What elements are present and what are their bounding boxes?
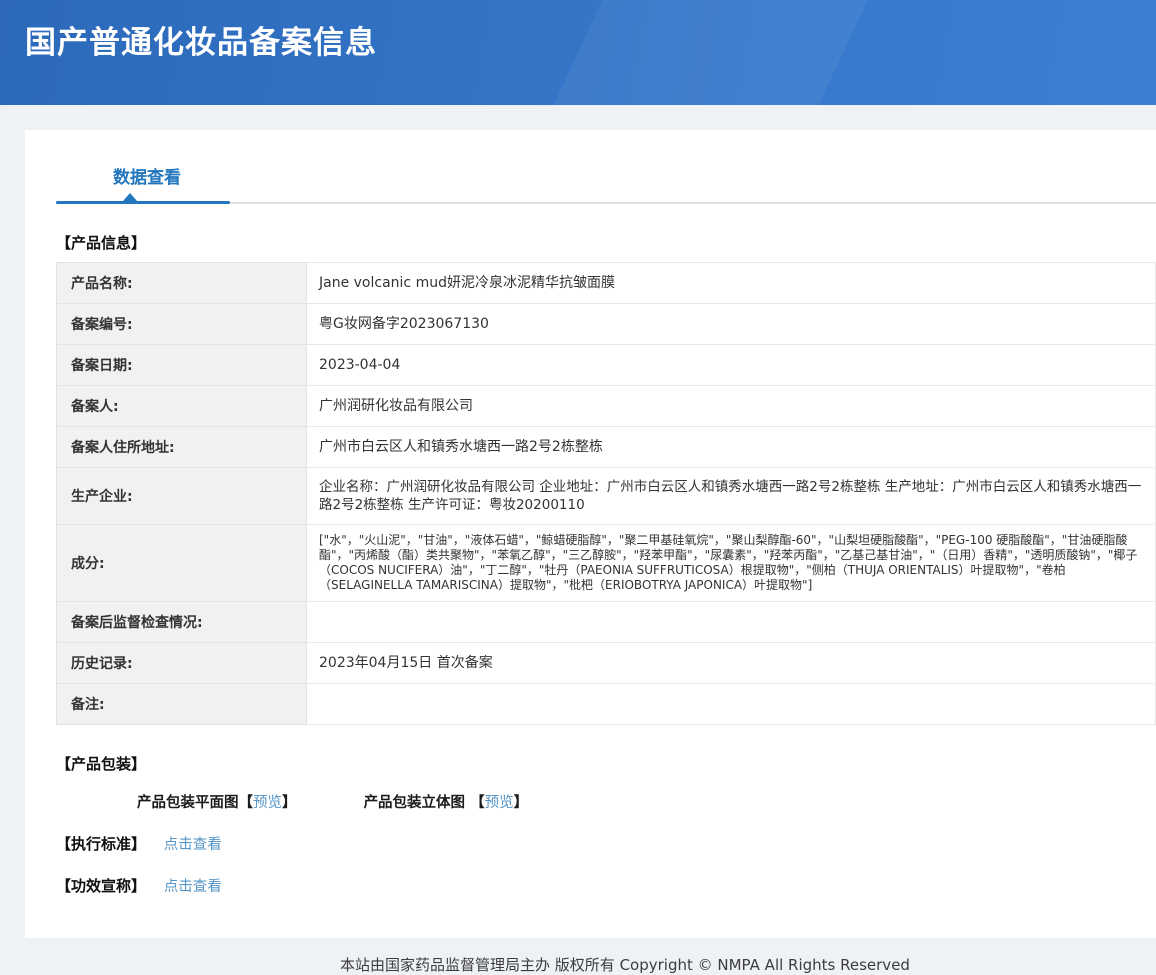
row-value: 2023年04月15日 首次备案 (307, 643, 1156, 684)
efficacy-click-to-view-link[interactable]: 点击查看 (164, 879, 222, 895)
product-info-table: 产品名称: Jane volcanic mud妍泥冷泉冰泥精华抗皱面膜 备案编号… (56, 262, 1156, 725)
row-value: Jane volcanic mud妍泥冷泉冰泥精华抗皱面膜 (307, 263, 1156, 304)
section-efficacy-title: 【功效宣称】 (56, 877, 146, 895)
bracket-open: 【 (470, 795, 485, 811)
row-value (307, 602, 1156, 643)
bracket-open: 【 (239, 795, 254, 811)
table-row-ingredients: 成分: ["水"，"火山泥"，"甘油"，"液体石蜡"，"鲸蜡硬脂醇"，"聚二甲基… (57, 525, 1156, 602)
table-row-product-name: 产品名称: Jane volcanic mud妍泥冷泉冰泥精华抗皱面膜 (57, 263, 1156, 304)
packaging-stereo-item: 产品包装立体图 【预览】 (364, 795, 529, 811)
table-row-manufacturer: 生产企业: 企业名称：广州润研化妆品有限公司 企业地址：广州市白云区人和镇秀水塘… (57, 468, 1156, 525)
row-label: 备案人: (57, 386, 307, 427)
row-label: 备案后监督检查情况: (57, 602, 307, 643)
page-title: 国产普通化妆品备案信息 (0, 0, 1156, 62)
row-label: 产品名称: (57, 263, 307, 304)
table-row-registrant: 备案人: 广州润研化妆品有限公司 (57, 386, 1156, 427)
row-value (307, 684, 1156, 725)
table-row-record-number: 备案编号: 粤G妆网备字2023067130 (57, 304, 1156, 345)
section-standard-title: 【执行标准】 (56, 835, 146, 853)
section-product-info-title: 【产品信息】 (56, 232, 1156, 253)
row-value: 广州润研化妆品有限公司 (307, 386, 1156, 427)
row-value: 2023-04-04 (307, 345, 1156, 386)
row-label: 备案人住所地址: (57, 427, 307, 468)
content-card: 数据查看 【产品信息】 产品名称: Jane volcanic mud妍泥冷泉冰… (25, 130, 1156, 938)
table-row-remarks: 备注: (57, 684, 1156, 725)
row-label: 备案编号: (57, 304, 307, 345)
packaging-flat-preview-link[interactable]: 预览 (253, 795, 282, 811)
table-row-registrant-address: 备案人住所地址: 广州市白云区人和镇秀水塘西一路2号2栋整栋 (57, 427, 1156, 468)
standard-click-to-view-link[interactable]: 点击查看 (164, 837, 222, 853)
standard-line: 【执行标准】 点击查看 (56, 833, 1156, 854)
packaging-flat-label: 产品包装平面图 (137, 795, 239, 811)
footer-copyright: 本站由国家药品监督管理局主办 版权所有 Copyright © NMPA All… (25, 938, 1156, 975)
packaging-stereo-label: 产品包装立体图 (364, 795, 466, 811)
row-value: ["水"，"火山泥"，"甘油"，"液体石蜡"，"鲸蜡硬脂醇"，"聚二甲基硅氧烷"… (307, 525, 1156, 602)
row-label: 备案日期: (57, 345, 307, 386)
packaging-stereo-preview-link[interactable]: 预览 (485, 795, 514, 811)
page-header: 国产普通化妆品备案信息 (0, 0, 1156, 105)
bracket-close: 】 (282, 795, 297, 811)
row-label: 历史记录: (57, 643, 307, 684)
active-tab-indicator (56, 201, 230, 204)
efficacy-line: 【功效宣称】 点击查看 (56, 875, 1156, 896)
tab-baseline (56, 202, 1156, 204)
row-value: 企业名称：广州润研化妆品有限公司 企业地址：广州市白云区人和镇秀水塘西一路2号2… (307, 468, 1156, 525)
packaging-flat-item: 产品包装平面图【预览】 (137, 795, 302, 811)
section-packaging-title: 【产品包装】 (56, 753, 1156, 774)
main-container: 数据查看 【产品信息】 产品名称: Jane volcanic mud妍泥冷泉冰… (25, 130, 1156, 975)
tab-arrow-up-icon (123, 193, 137, 201)
table-row-history: 历史记录: 2023年04月15日 首次备案 (57, 643, 1156, 684)
row-value: 广州市白云区人和镇秀水塘西一路2号2栋整栋 (307, 427, 1156, 468)
row-value: 粤G妆网备字2023067130 (307, 304, 1156, 345)
tab-data-view-label: 数据查看 (113, 168, 181, 188)
tab-bar: 数据查看 (56, 163, 1156, 204)
packaging-line: 产品包装平面图【预览】 产品包装立体图 【预览】 (137, 791, 1156, 812)
table-row-record-date: 备案日期: 2023-04-04 (57, 345, 1156, 386)
bracket-close: 】 (514, 795, 529, 811)
table-row-supervision-check: 备案后监督检查情况: (57, 602, 1156, 643)
row-label: 备注: (57, 684, 307, 725)
row-label: 生产企业: (57, 468, 307, 525)
row-label: 成分: (57, 525, 307, 602)
